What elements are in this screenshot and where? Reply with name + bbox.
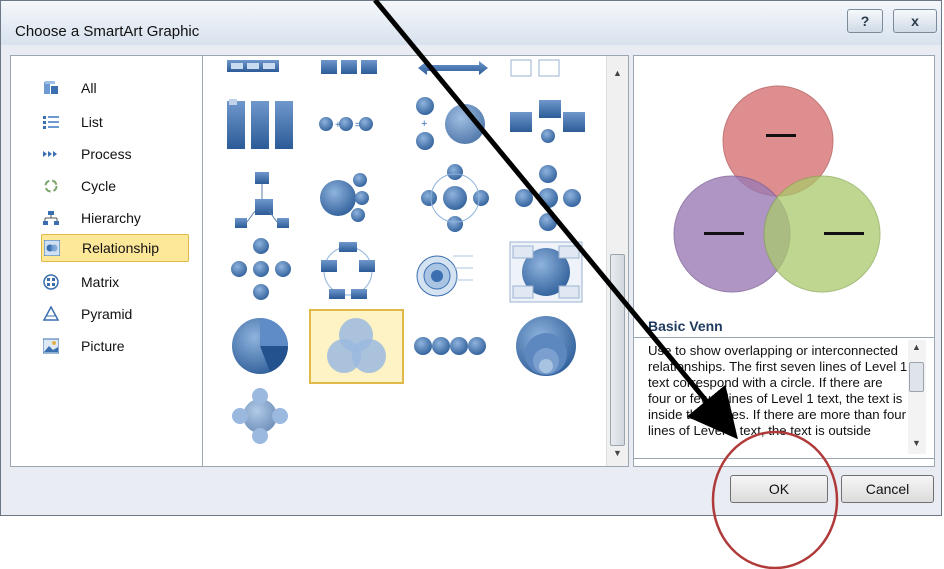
cycle-icon bbox=[43, 178, 59, 194]
layout-thumb[interactable] bbox=[321, 60, 377, 74]
dialog-title: Choose a SmartArt Graphic bbox=[15, 23, 200, 40]
layout-thumb[interactable]: + bbox=[416, 97, 485, 150]
category-label: Process bbox=[81, 146, 132, 162]
category-matrix[interactable]: Matrix bbox=[11, 268, 202, 296]
layout-thumb[interactable] bbox=[418, 61, 488, 75]
category-label: Matrix bbox=[81, 274, 120, 290]
hierarchy-icon bbox=[43, 210, 59, 226]
svg-text:=: = bbox=[355, 120, 361, 131]
layout-thumb[interactable] bbox=[414, 337, 486, 355]
category-picture[interactable]: Picture bbox=[11, 332, 202, 360]
category-label: Pyramid bbox=[81, 306, 133, 322]
layout-thumb-selected[interactable] bbox=[309, 309, 404, 384]
category-list: All List Process Cycle Hierarchy Relatio… bbox=[10, 55, 203, 467]
layout-gallery: + = + bbox=[203, 55, 629, 467]
category-label: Cycle bbox=[81, 178, 117, 194]
scroll-up-arrow-icon[interactable]: ▲ bbox=[613, 68, 622, 78]
category-label: All bbox=[81, 80, 97, 96]
process-icon bbox=[43, 146, 59, 162]
layout-thumb[interactable] bbox=[231, 238, 291, 300]
layout-thumb[interactable] bbox=[320, 173, 369, 222]
gallery-scrollbar[interactable]: ▲ ▼ bbox=[606, 56, 628, 466]
picture-icon bbox=[42, 338, 60, 354]
close-button[interactable]: x bbox=[893, 9, 937, 33]
category-pyramid[interactable]: Pyramid bbox=[11, 300, 202, 328]
all-icon bbox=[43, 80, 59, 96]
category-relationship[interactable]: Relationship bbox=[41, 234, 189, 262]
layout-thumb[interactable] bbox=[321, 242, 375, 299]
scroll-down-arrow-icon[interactable]: ▼ bbox=[613, 448, 622, 458]
layout-thumb[interactable] bbox=[416, 255, 473, 297]
pyramid-icon bbox=[42, 305, 60, 322]
cancel-button[interactable]: Cancel bbox=[841, 475, 934, 503]
venn-preview bbox=[673, 85, 881, 293]
category-hierarchy[interactable]: Hierarchy bbox=[11, 204, 202, 232]
layout-thumb[interactable]: + = bbox=[319, 117, 373, 131]
layout-thumb[interactable] bbox=[232, 318, 288, 374]
category-label: List bbox=[81, 114, 103, 130]
category-list-item[interactable]: List bbox=[11, 108, 202, 136]
help-button[interactable]: ? bbox=[847, 9, 883, 33]
svg-text:+: + bbox=[421, 118, 427, 130]
layout-thumb[interactable] bbox=[510, 100, 585, 143]
layout-description: Use to show overlapping or interconnecte… bbox=[648, 343, 908, 438]
scroll-up-arrow-icon[interactable]: ▲ bbox=[912, 342, 921, 352]
matrix-icon bbox=[43, 274, 59, 290]
scroll-thumb[interactable] bbox=[610, 254, 625, 446]
category-cycle[interactable]: Cycle bbox=[11, 172, 202, 200]
relationship-icon bbox=[43, 239, 61, 257]
scroll-down-arrow-icon[interactable]: ▼ bbox=[912, 438, 921, 448]
layout-thumb[interactable] bbox=[516, 316, 576, 376]
layout-thumb[interactable] bbox=[515, 165, 581, 231]
category-label: Picture bbox=[81, 338, 125, 354]
category-label: Hierarchy bbox=[81, 210, 141, 226]
layout-thumb[interactable] bbox=[421, 164, 489, 232]
category-process[interactable]: Process bbox=[11, 140, 202, 168]
layout-thumb[interactable] bbox=[227, 99, 293, 149]
scroll-thumb[interactable] bbox=[909, 362, 924, 392]
svg-text:+: + bbox=[335, 120, 341, 131]
category-label: Relationship bbox=[82, 240, 160, 256]
layout-name: Basic Venn bbox=[648, 318, 723, 334]
category-all[interactable]: All bbox=[11, 74, 202, 102]
layout-thumb[interactable] bbox=[510, 59, 560, 77]
title-bar: Choose a SmartArt Graphic ? x bbox=[1, 1, 941, 45]
layout-thumb[interactable] bbox=[235, 172, 289, 228]
layout-thumb[interactable] bbox=[509, 241, 583, 303]
layout-thumb[interactable] bbox=[232, 388, 288, 444]
description-scrollbar[interactable]: ▲ ▼ bbox=[908, 340, 926, 454]
layout-thumb[interactable] bbox=[227, 60, 279, 72]
ok-button[interactable]: OK bbox=[730, 475, 828, 503]
list-icon bbox=[43, 114, 59, 130]
